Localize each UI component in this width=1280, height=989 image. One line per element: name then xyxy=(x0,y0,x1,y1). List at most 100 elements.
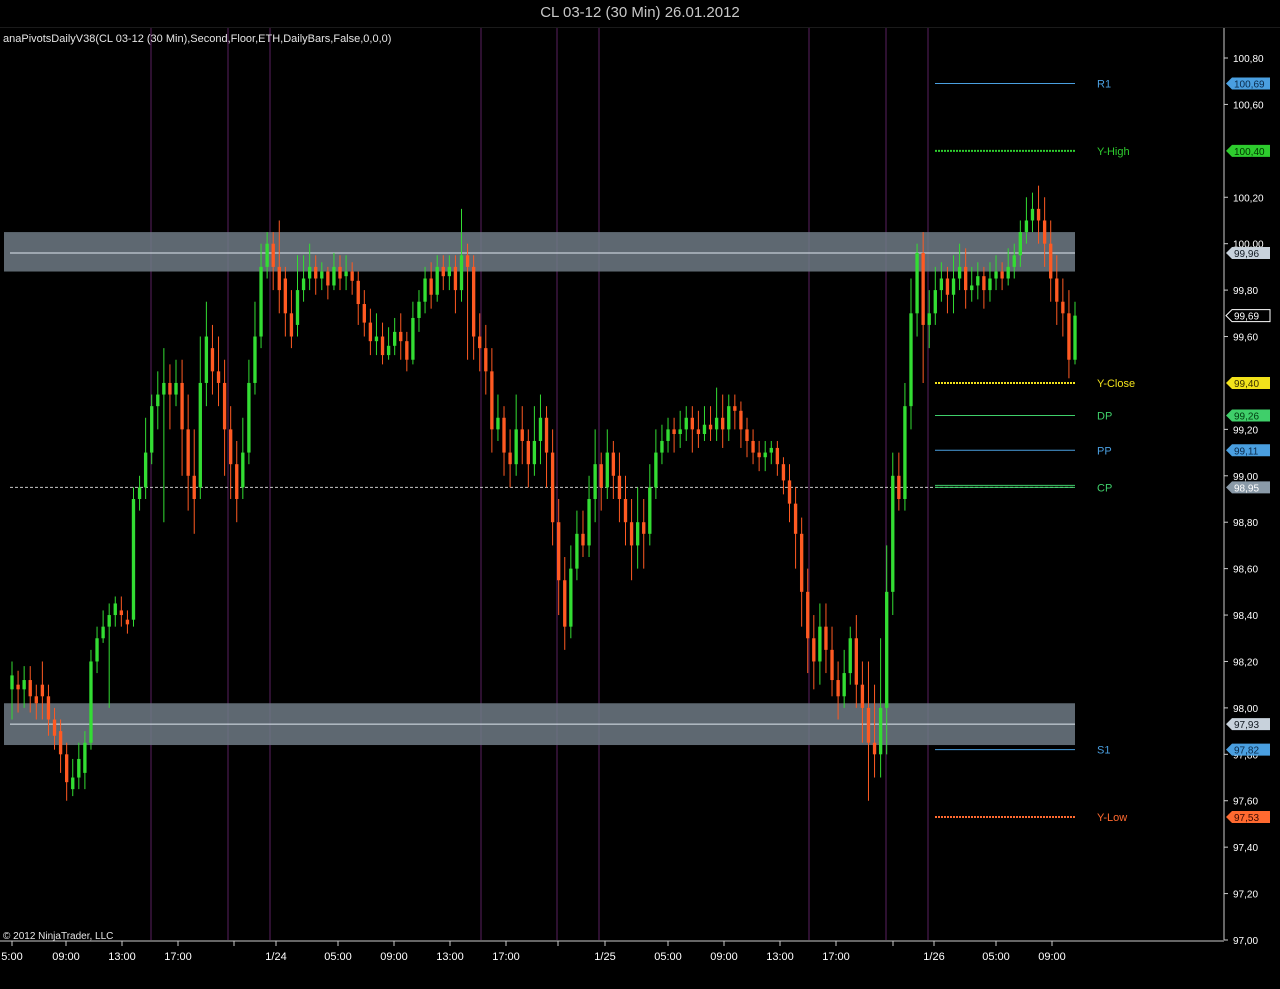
candle-body xyxy=(435,266,439,295)
candle-body xyxy=(836,680,840,697)
candle-body xyxy=(648,487,652,534)
x-tick-label: 09:00 xyxy=(52,951,80,963)
candle-body xyxy=(708,424,713,430)
candle-body xyxy=(350,271,354,281)
candle-body xyxy=(635,522,640,546)
candle-body xyxy=(125,619,130,625)
candle-body xyxy=(453,266,458,291)
candle-body xyxy=(46,696,51,720)
candle-body xyxy=(441,266,445,277)
candle-body xyxy=(714,417,719,430)
pivot-label: Y-High xyxy=(1097,146,1130,158)
candle-body xyxy=(307,266,312,279)
candle-body xyxy=(769,447,773,453)
candle-body xyxy=(95,638,99,662)
candle-body xyxy=(447,266,452,277)
candle-body xyxy=(593,464,597,499)
candle-body xyxy=(150,406,154,453)
candle-body xyxy=(289,313,294,337)
candle-body xyxy=(599,464,603,488)
candle-body xyxy=(508,452,512,465)
candle-body xyxy=(1018,232,1023,256)
x-tick-label: 13:00 xyxy=(436,951,464,963)
candle-body xyxy=(368,322,373,342)
x-tick-label: 05:00 xyxy=(324,951,352,963)
candle-body xyxy=(1000,271,1004,279)
y-tick-label: 99,00 xyxy=(1233,472,1258,483)
candle-body xyxy=(362,304,366,323)
candle-body xyxy=(538,417,543,441)
candle-body xyxy=(83,742,87,773)
candle-body xyxy=(733,406,737,411)
candle-body xyxy=(107,615,111,627)
pivot-label: Y-Close xyxy=(1097,378,1135,390)
candle-body xyxy=(866,707,871,743)
y-tick-label: 100,20 xyxy=(1233,193,1264,204)
candle-body xyxy=(162,382,166,395)
x-tick-label: 05:00 xyxy=(982,951,1010,963)
candle-body xyxy=(490,371,494,430)
price-chart[interactable]: 100,80100,60100,20100,0099,8099,6099,209… xyxy=(0,0,1280,989)
candle-body xyxy=(119,610,124,616)
y-tick-label: 97,20 xyxy=(1233,890,1258,901)
x-tick-label: 1/25 xyxy=(594,951,615,963)
pivot-label: PP xyxy=(1097,445,1112,457)
candle-body xyxy=(1061,301,1065,314)
candle-body xyxy=(812,638,816,662)
candle-body xyxy=(690,417,694,430)
candle-body xyxy=(71,777,75,790)
x-tick-label: 17:00 xyxy=(492,951,520,963)
candle-body xyxy=(478,336,482,349)
y-tick-label: 98,60 xyxy=(1233,565,1258,576)
candle-body xyxy=(885,591,889,708)
candle-body xyxy=(611,452,616,476)
candle-body xyxy=(344,271,348,277)
x-tick-label: 05:00 xyxy=(654,951,682,963)
x-tick-label: 13:00 xyxy=(766,951,794,963)
candle-body xyxy=(180,382,184,430)
candle-body xyxy=(587,499,591,546)
candle-body xyxy=(496,417,500,430)
candle-body xyxy=(484,348,488,372)
candle-body xyxy=(629,522,634,546)
x-tick-label: 1/26 xyxy=(923,951,944,963)
x-tick-label: 09:00 xyxy=(1038,951,1066,963)
candle-body xyxy=(569,568,573,627)
price-badge-label: 99,11 xyxy=(1234,446,1259,457)
candle-body xyxy=(459,255,464,291)
candle-body xyxy=(301,278,306,291)
candle-body xyxy=(605,452,609,488)
candle-body xyxy=(799,533,804,592)
candle-body xyxy=(235,464,239,499)
candle-body xyxy=(970,285,974,291)
candle-body xyxy=(854,638,858,685)
x-tick-label: 13:00 xyxy=(108,951,136,963)
candle-body xyxy=(283,278,288,314)
price-badge-label: 97,53 xyxy=(1234,813,1259,824)
candle-body xyxy=(247,382,251,453)
candle-body xyxy=(77,758,81,778)
candle-body xyxy=(872,742,877,755)
candle-body xyxy=(405,341,409,360)
candle-body xyxy=(842,673,846,697)
candle-body xyxy=(40,684,45,697)
candle-body xyxy=(1055,278,1059,302)
price-badge-label: 99,96 xyxy=(1234,249,1259,260)
candle-body xyxy=(253,336,257,383)
x-tick-label: 09:00 xyxy=(710,951,738,963)
candle-body xyxy=(951,278,956,295)
candle-body xyxy=(818,626,822,662)
candle-body xyxy=(332,266,336,286)
candle-body xyxy=(696,429,701,435)
candle-body xyxy=(745,429,749,441)
x-tick-label: 5:00 xyxy=(1,951,22,963)
candle-body xyxy=(739,410,743,430)
y-tick-label: 99,20 xyxy=(1233,425,1258,436)
candle-body xyxy=(617,475,622,499)
candle-body xyxy=(988,278,992,291)
candle-body xyxy=(471,266,476,337)
candle-body xyxy=(824,626,828,650)
x-tick-label: 17:00 xyxy=(164,951,192,963)
candle-body xyxy=(417,301,421,318)
candle-body xyxy=(411,317,415,360)
